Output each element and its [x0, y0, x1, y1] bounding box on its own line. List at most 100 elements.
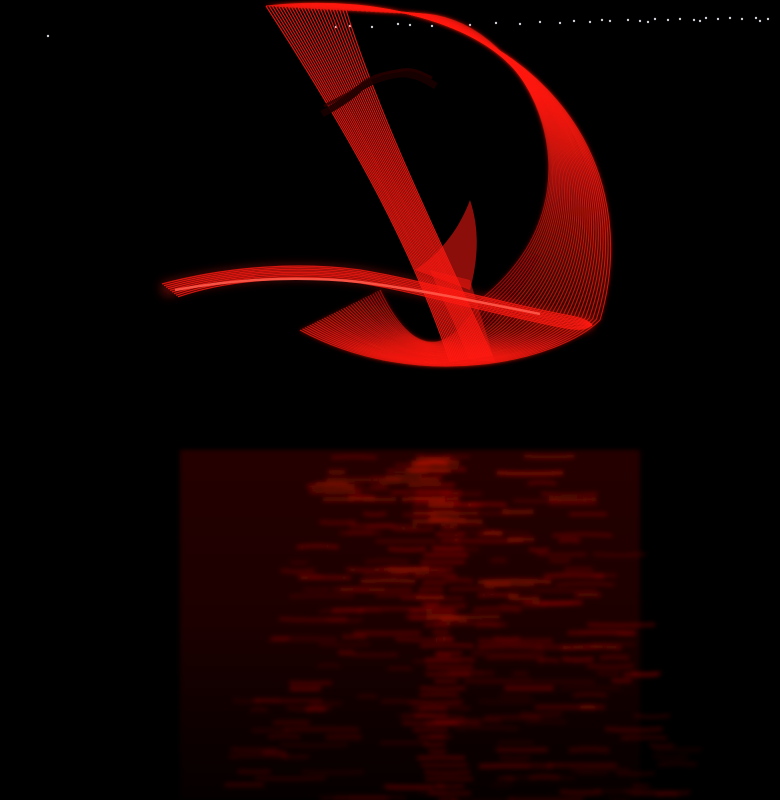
- distant-city-lights: [46, 16, 770, 38]
- reflection-ripple: [596, 670, 621, 676]
- reflection-ripple: [541, 492, 598, 497]
- distant-light: [626, 18, 630, 22]
- reflection-ripple: [229, 752, 289, 759]
- reflection-ripple: [623, 672, 659, 677]
- reflection-ripple: [491, 783, 513, 787]
- reflection-ripple: [450, 503, 483, 508]
- distant-light: [646, 20, 650, 24]
- reflection-ripple: [559, 789, 602, 796]
- reflection-ripple: [657, 761, 697, 767]
- reflection-ripple: [296, 544, 339, 550]
- reflection-ripple: [346, 567, 383, 573]
- reflection-column: [415, 574, 457, 578]
- reflection-ripple: [231, 748, 278, 752]
- reflection-ripple: [471, 650, 545, 657]
- reflection-ripple: [537, 658, 560, 663]
- reflection-ripple: [380, 699, 409, 704]
- reflection-ripple: [448, 587, 495, 591]
- distant-light: [538, 20, 542, 24]
- reflection-ripple: [499, 694, 531, 698]
- reflection-ripple: [649, 743, 675, 748]
- reflection-ripple: [497, 740, 534, 744]
- reflection-column: [424, 623, 451, 627]
- reflection-ripple: [388, 565, 428, 572]
- reflection-ripple: [394, 462, 431, 469]
- distant-light: [678, 17, 682, 21]
- reflection-ripple: [318, 642, 371, 647]
- distant-light: [608, 19, 612, 23]
- reflection-ripple: [558, 537, 581, 543]
- reflection-column: [418, 706, 447, 711]
- reflection-ripple: [484, 583, 535, 587]
- distant-light: [653, 17, 657, 21]
- distant-light: [494, 21, 498, 25]
- distant-light: [728, 16, 732, 20]
- reflection-column: [424, 770, 470, 775]
- reflection-ripple: [365, 558, 410, 564]
- distant-light: [572, 19, 576, 23]
- reflection-ripple: [479, 700, 535, 704]
- distant-light: [46, 34, 50, 38]
- reflection-ripple: [442, 578, 474, 584]
- reflection-ripple: [561, 644, 622, 650]
- reflection-column: [436, 651, 462, 655]
- distant-light: [408, 23, 412, 27]
- light-trail-band: [265, 5, 495, 363]
- reflection-ripple: [253, 698, 282, 703]
- reflection-ripple: [486, 656, 544, 660]
- reflection-ripple: [570, 767, 630, 772]
- reflection-ripple: [617, 771, 655, 776]
- reflection-ripple: [490, 557, 507, 564]
- reflection-column: [425, 567, 454, 571]
- reflection-column: [428, 517, 466, 522]
- reflection-ripple: [587, 622, 656, 628]
- distant-light: [740, 17, 744, 21]
- reflection-ripple: [375, 593, 443, 598]
- reflection-ripple: [564, 566, 594, 572]
- reflection-ripple: [250, 707, 269, 713]
- night-photo: [0, 0, 780, 800]
- reflection-column: [419, 686, 466, 691]
- distant-light: [396, 22, 400, 26]
- reflection-ripple: [500, 603, 548, 608]
- reflection-ripple: [573, 692, 608, 697]
- reflection-ripple: [279, 742, 348, 748]
- reflection-ripple: [593, 552, 646, 557]
- reflection-column: [435, 784, 465, 788]
- reflection-ripple: [370, 483, 388, 489]
- reflection-wash: [180, 450, 640, 800]
- reflection-ripple: [378, 480, 442, 486]
- reflection-column: [435, 532, 465, 536]
- reflection-ripple: [337, 649, 355, 656]
- reflection-ripple: [496, 470, 564, 476]
- reflection-ripple: [586, 663, 634, 670]
- reflection-ripple: [331, 454, 377, 460]
- distant-light: [716, 17, 720, 21]
- reflection-ripple: [392, 527, 434, 532]
- reflection-ripple: [533, 588, 597, 592]
- reflection-ripple: [280, 568, 316, 574]
- distant-light: [518, 22, 522, 26]
- distant-light: [704, 16, 708, 20]
- reflection-column: [416, 455, 451, 460]
- reflection-column: [425, 672, 471, 677]
- reflection-ripple: [632, 783, 650, 789]
- reflection-ripple: [363, 573, 408, 577]
- reflection-column: [428, 791, 471, 795]
- reflection-column: [422, 580, 444, 585]
- reflection-ripple: [319, 519, 356, 525]
- reflection-column: [423, 742, 446, 747]
- photo-canvas: [46, 2, 770, 800]
- reflection-ripple: [477, 532, 502, 537]
- reflection-ripple: [634, 714, 670, 718]
- reflection-ripple: [552, 532, 613, 538]
- reflection-ripple: [405, 467, 467, 472]
- reflection-column: [432, 546, 465, 550]
- reflection-ripple: [387, 547, 427, 552]
- reflection-ripple: [410, 505, 428, 510]
- reflection-ripple: [501, 509, 534, 515]
- distant-light: [666, 18, 670, 22]
- reflection-ripple: [447, 670, 495, 676]
- reflection-ripple: [255, 776, 326, 781]
- reflection-ripple: [454, 725, 519, 731]
